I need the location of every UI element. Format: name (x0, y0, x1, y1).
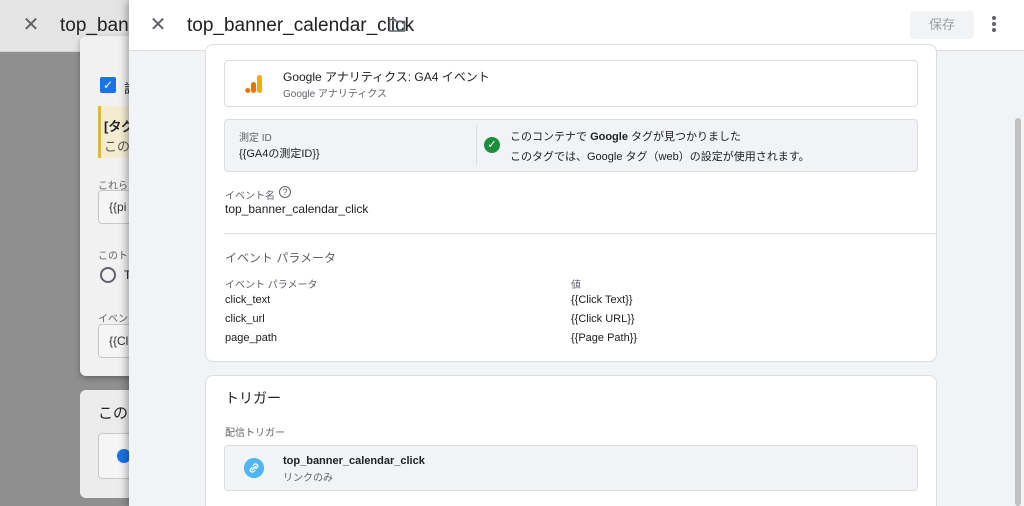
event-parameters-title: イベント パラメータ (225, 251, 336, 265)
measurement-id-value: {{GA4の測定ID}} (239, 148, 320, 160)
google-analytics-icon (245, 75, 262, 93)
parameter-value: {{Page Path}} (571, 332, 638, 344)
trigger-name: top_banner_calendar_click (283, 455, 425, 467)
google-tag-settings-text: このタグでは、Google タグ（web）の設定が使用されます。 (510, 151, 810, 163)
check-circle-icon: ✓ (484, 137, 500, 153)
background-section-title: この (98, 405, 129, 422)
parameter-value: {{Click URL}} (571, 313, 635, 325)
parameter-value-header: 値 (571, 280, 581, 291)
background-title: top_bann (60, 15, 140, 36)
background-note-text: この (104, 139, 131, 154)
trigger-type: リンクのみ (283, 473, 333, 484)
trigger-item[interactable] (224, 445, 918, 491)
event-name-label: イベント名 (225, 191, 275, 202)
help-icon[interactable]: ? (279, 186, 291, 198)
google-tag-found-text: このコンテナで Google タグが見つかりました (510, 131, 742, 143)
parameter-value: {{Click Text}} (571, 294, 633, 306)
measurement-divider (476, 125, 477, 165)
background-radio[interactable] (100, 267, 116, 283)
firing-trigger-label: 配信トリガー (225, 428, 285, 439)
background-label-3: イベン (98, 314, 128, 325)
tag-type-title: Google アナリティクス: GA4 イベント (283, 70, 490, 84)
folder-icon[interactable] (388, 17, 406, 33)
section-divider (224, 233, 936, 234)
page-title[interactable]: top_banner_calendar_click (187, 15, 414, 37)
trigger-title: トリガー (225, 390, 281, 406)
more-vert-icon[interactable] (986, 14, 1002, 36)
parameter-name: click_url (225, 313, 265, 325)
measurement-id-box[interactable] (224, 119, 918, 172)
link-icon (244, 458, 264, 478)
save-button[interactable]: 保存 (910, 11, 974, 39)
event-name-value: top_banner_calendar_click (225, 202, 369, 216)
scrollbar[interactable] (1015, 118, 1021, 506)
close-icon[interactable]: ✕ (147, 14, 169, 36)
parameter-name: click_text (225, 294, 271, 306)
parameter-name: page_path (225, 332, 277, 344)
measurement-id-label: 測定 ID (239, 133, 272, 144)
tag-type-subtitle: Google アナリティクス (283, 89, 387, 100)
background-checkbox[interactable]: ✓ (100, 77, 116, 93)
background-label-2: このト (98, 251, 128, 262)
parameter-name-header: イベント パラメータ (225, 280, 318, 291)
background-close-icon[interactable]: ✕ (20, 14, 42, 36)
